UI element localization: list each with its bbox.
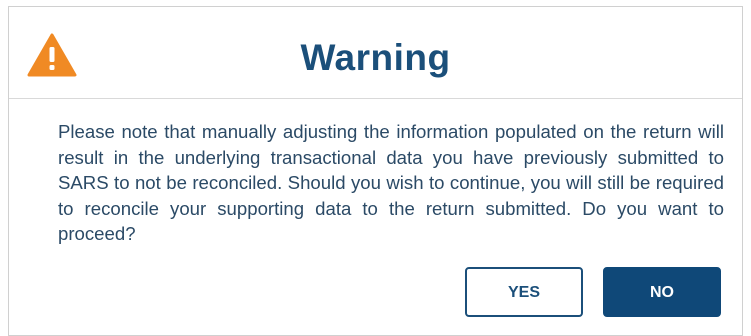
yes-button[interactable]: YES <box>465 267 583 317</box>
dialog-header: Warning <box>9 7 742 99</box>
warning-dialog: Warning Please note that manually adjust… <box>8 6 743 336</box>
dialog-title: Warning <box>300 37 451 78</box>
dialog-message: Please note that manually adjusting the … <box>58 121 724 244</box>
no-button[interactable]: NO <box>603 267 721 317</box>
